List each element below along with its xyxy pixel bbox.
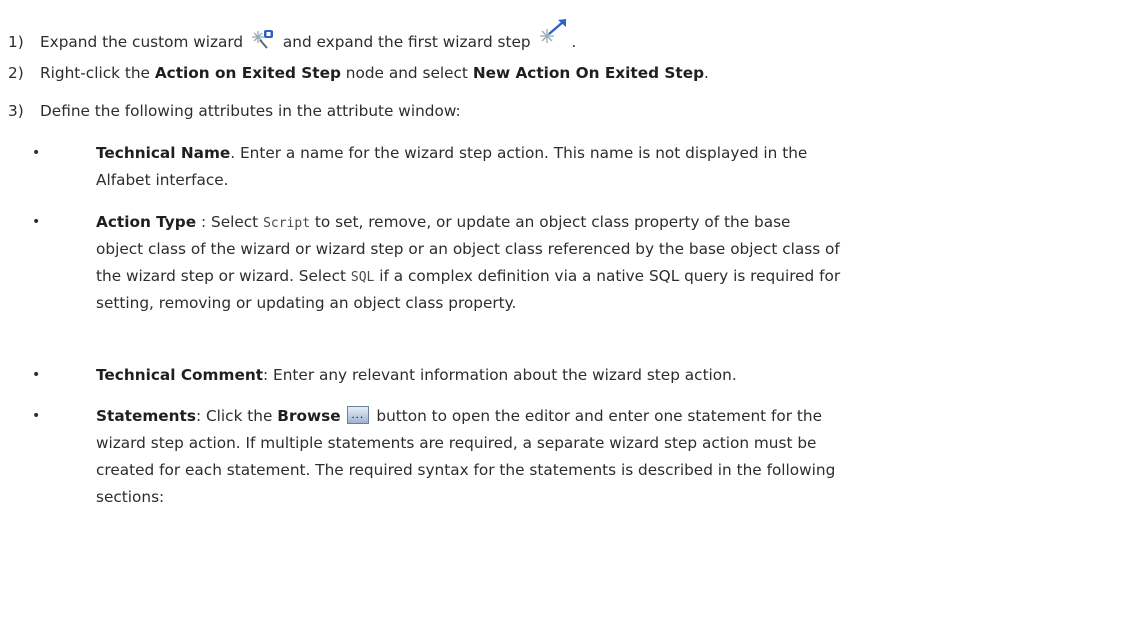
attribute-term: Technical Name	[96, 144, 231, 162]
description-line: : Enter any relevant information about t…	[263, 366, 737, 384]
step-text: Expand the custom wizard	[40, 33, 244, 51]
attribute-description: Statements: Click the Browse ... button …	[96, 404, 1141, 512]
attribute-term: Statements	[96, 407, 196, 425]
description-line: if a complex definition via a native SQL…	[379, 267, 841, 285]
attribute-description: Technical Comment: Enter any relevant in…	[96, 363, 1141, 387]
step-number: 3)	[8, 102, 24, 120]
description-line: to set, remove, or update an object clas…	[314, 213, 791, 231]
bullet-symbol: •	[32, 367, 41, 383]
step-text: node and select	[345, 64, 468, 82]
description-line: button to open the editor and enter one …	[376, 407, 823, 425]
description-line: created for each statement. The required…	[96, 461, 836, 479]
step-text: Right-click the	[40, 64, 150, 82]
bullet-symbol: •	[32, 214, 41, 230]
bullet-symbol: •	[32, 145, 41, 161]
attribute-description: Technical Name. Enter a name for the wiz…	[96, 141, 1141, 192]
description-line: : Click the	[195, 407, 273, 425]
step-2: 2) Right-click the Action on Exited Step …	[8, 61, 709, 85]
step-text: .	[571, 33, 577, 51]
code-value: SQL	[350, 270, 375, 285]
description-line: object class of the wizard or wizard ste…	[96, 240, 840, 258]
custom-wizard-icon	[251, 29, 275, 58]
description-line: wizard step action. If multiple statemen…	[96, 434, 817, 452]
code-value: Script	[263, 216, 311, 231]
description-line: the wizard step or wizard. Select	[96, 267, 346, 285]
step-text: Define the following attributes in the a…	[40, 102, 461, 120]
node-name: Action on Exited Step	[154, 64, 341, 82]
step-number: 2)	[8, 64, 24, 82]
bullet-symbol: •	[32, 408, 41, 424]
browse-button-icon[interactable]: ...	[347, 406, 370, 424]
step-text: .	[704, 64, 709, 82]
description-line: : Select	[196, 213, 259, 231]
attribute-term: Technical Comment	[96, 366, 264, 384]
attribute-term: Action Type	[96, 213, 197, 231]
menu-command: New Action On Exited Step	[472, 64, 705, 82]
description-line: setting, removing or updating an object …	[96, 294, 517, 312]
wizard-step-icon	[539, 19, 569, 58]
browse-button-glyph: ...	[351, 410, 365, 421]
step-3: 3) Define the following attributes in the…	[8, 99, 461, 123]
browse-label: Browse	[277, 407, 341, 425]
step-text: and expand the first wizard step	[282, 33, 531, 51]
step-number: 1)	[8, 33, 24, 51]
description-line: Alfabet interface.	[96, 171, 229, 189]
description-line: sections:	[96, 488, 165, 506]
step-1: 1) Expand the custom wizard and expand th…	[8, 19, 576, 58]
description-line: . Enter a name for the wizard step actio…	[230, 144, 808, 162]
attribute-description: Action Type : Select Script to set, remo…	[96, 210, 1141, 318]
